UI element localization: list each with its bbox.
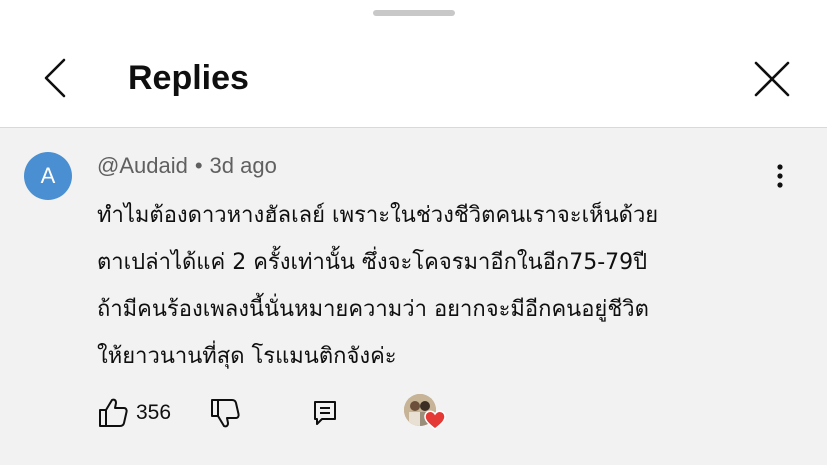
thumbs-down-icon [211,399,240,428]
page-title: Replies [128,59,249,97]
avatar-letter: A [40,163,56,188]
more-options-button[interactable] [766,162,794,192]
drag-handle[interactable] [373,10,455,16]
creator-heart-icon [424,410,446,430]
comment-time: 3d ago [209,153,277,178]
comment-line: ถ้ามีคนร้องเพลงนี้นั่นหมายความว่า อยากจะ… [97,297,649,322]
replies-header: Replies [0,0,827,128]
creator-heart-badge [404,394,446,434]
reply-button[interactable] [310,398,340,428]
comment-actions: 356 [96,394,556,434]
comment-line: ให้ยาวนานที่สุด โรแมนติกจังค่ะ [97,344,397,369]
close-button[interactable] [748,55,796,103]
back-button[interactable] [36,54,80,102]
like-button[interactable] [96,396,130,430]
close-icon [754,61,790,97]
avatar[interactable]: A [24,152,72,200]
thumbs-up-icon [99,398,128,427]
kebab-menu-icon [777,164,783,188]
comment-text: ทำไมต้องดาวหางฮัลเลย์ เพราะในช่วงชีวิตคน… [97,192,797,380]
dislike-button[interactable] [208,396,242,430]
reply-comment-icon [314,401,336,425]
comment-author[interactable]: @Audaid [97,153,188,178]
comment-line: ทำไมต้องดาวหางฮัลเลย์ เพราะในช่วงชีวิตคน… [97,203,659,228]
meta-separator: • [194,153,203,178]
comment-meta: @Audaid • 3d ago [97,152,277,180]
chevron-left-icon [44,58,66,98]
like-count: 356 [136,401,172,424]
comment-thread-item: A @Audaid • 3d ago ทำไมต้องดาวหางฮัลเลย์ เ… [0,128,827,465]
comment-line: ตาเปล่าได้แค่ 2 ครั้งเท่านั้น ซึ่งจะโคจร… [97,250,648,275]
